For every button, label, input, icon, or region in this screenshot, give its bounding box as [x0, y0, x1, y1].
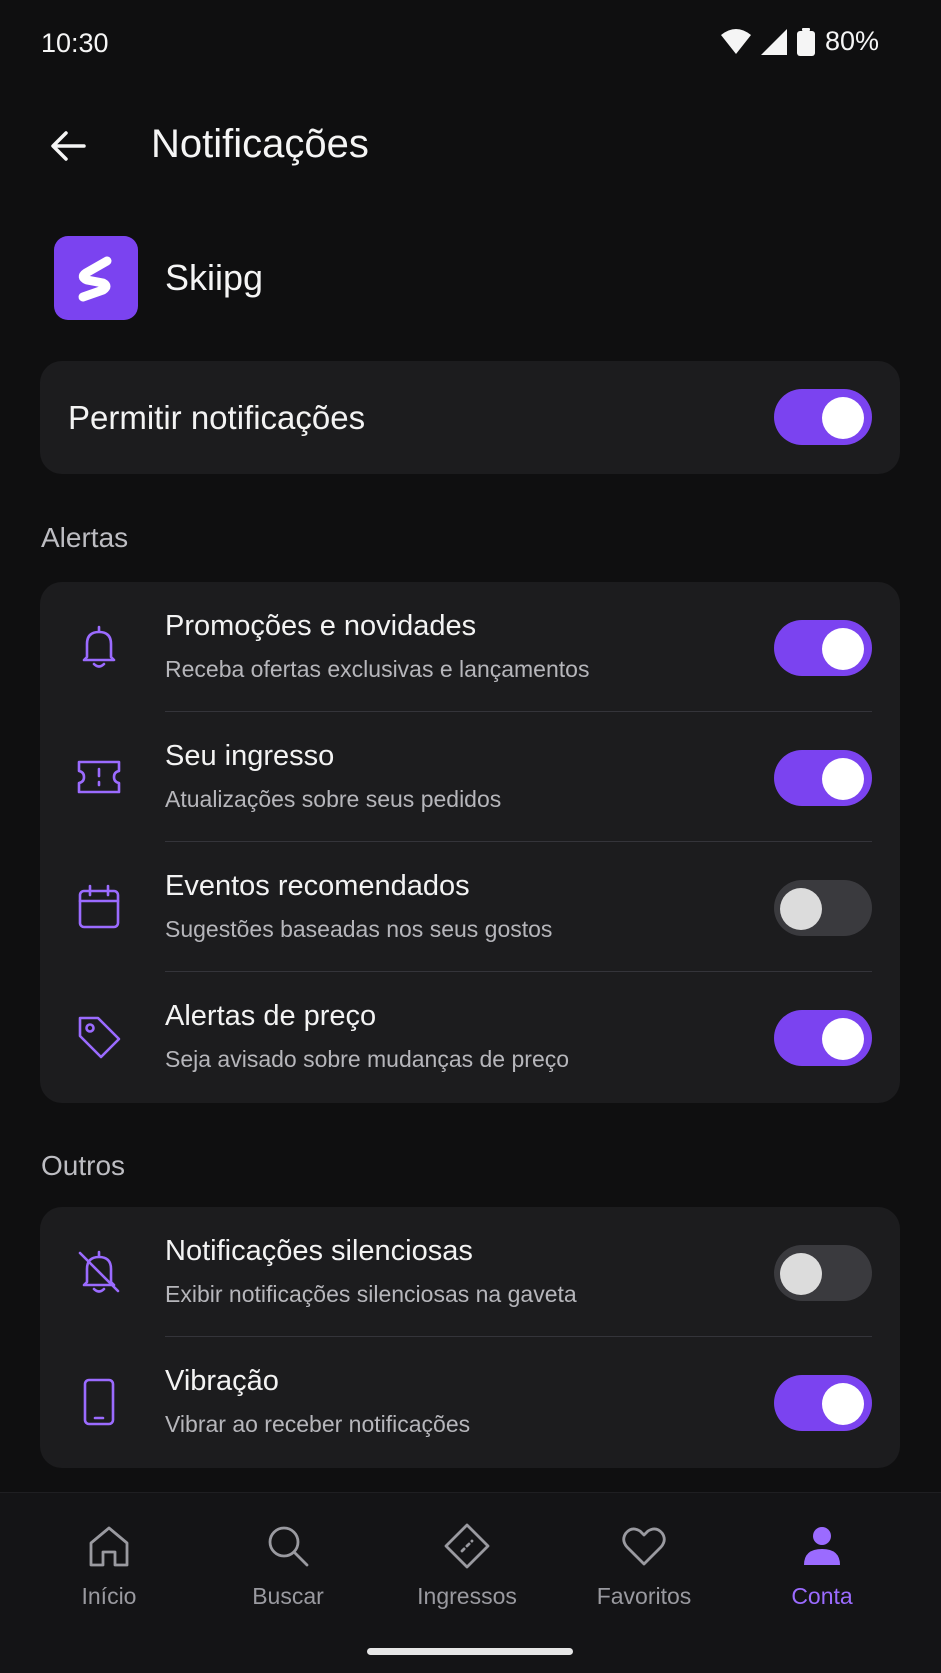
promotions-toggle[interactable] [774, 620, 872, 676]
allow-notifications-card: Permitir notificações [40, 361, 900, 474]
list-item-price-alerts[interactable]: Alertas de preço Seja avisado sobre muda… [40, 972, 900, 1102]
section-label-alerts: Alertas [41, 522, 129, 553]
wifi-icon [720, 28, 751, 54]
allow-notifications-label: Permitir notificações [68, 399, 366, 436]
row-subtitle: Sugestões baseadas nos seus gostos [165, 916, 553, 942]
row-title: Alertas de preço [165, 1000, 377, 1032]
allow-notifications-toggle[interactable] [774, 389, 872, 445]
app-bar: Notificações [0, 100, 941, 196]
status-icons: 80% [720, 26, 879, 57]
search-icon [268, 1526, 309, 1567]
person-icon [804, 1527, 840, 1565]
silent-notifications-toggle[interactable] [774, 1245, 872, 1301]
nav-label: Início [81, 1583, 137, 1609]
nav-item-tickets[interactable]: Ingressos [378, 1521, 556, 1631]
row-title: Vibração [165, 1365, 279, 1397]
nav-label: Favoritos [596, 1583, 692, 1609]
heart-icon [622, 1527, 666, 1566]
nav-item-account[interactable]: Conta [733, 1521, 911, 1631]
row-title: Eventos recomendados [165, 870, 470, 902]
row-subtitle: Atualizações sobre seus pedidos [165, 786, 502, 812]
nav-label: Ingressos [417, 1583, 517, 1609]
toggle-knob [822, 1018, 864, 1060]
list-item-ticket[interactable]: Seu ingresso Atualizações sobre seus ped… [40, 712, 900, 842]
battery-percentage: 80% [824, 26, 879, 56]
toggle-knob [822, 1383, 864, 1425]
app-name: Skiipg [165, 257, 264, 298]
ticket-icon [444, 1523, 490, 1569]
battery-icon [796, 27, 815, 56]
nav-label: Conta [791, 1583, 853, 1609]
list-item-silent-notifications[interactable]: Notificações silenciosas Exibir notifica… [40, 1207, 900, 1337]
bottom-navigation: Início Buscar Ingressos Favoritos Conta [0, 1492, 941, 1673]
others-card: Notificações silenciosas Exibir notifica… [40, 1207, 900, 1468]
app-header: Skiipg [54, 236, 263, 320]
list-item-promotions[interactable]: Promoções e novidades Receba ofertas exc… [40, 582, 900, 712]
tag-icon [78, 1016, 121, 1059]
status-bar: 10:30 80% [0, 0, 941, 90]
toggle-knob [822, 758, 864, 800]
arrow-left-icon [51, 131, 86, 161]
section-label-others: Outros [41, 1150, 126, 1181]
toggle-knob [822, 397, 864, 439]
nav-item-home[interactable]: Início [20, 1521, 198, 1631]
list-item-vibration[interactable]: Vibração Vibrar ao receber notificações [40, 1337, 900, 1467]
row-title: Promoções e novidades [165, 610, 477, 642]
home-indicator[interactable] [367, 1648, 573, 1655]
bell-icon [82, 625, 116, 668]
row-subtitle: Exibir notificações silenciosas na gavet… [165, 1281, 577, 1307]
toggle-knob [780, 1253, 822, 1295]
vibration-toggle[interactable] [774, 1375, 872, 1431]
calendar-icon [78, 884, 120, 929]
toggle-knob [822, 628, 864, 670]
row-title: Notificações silenciosas [165, 1235, 473, 1267]
status-time: 10:30 [41, 28, 109, 58]
alerts-card: Promoções e novidades Receba ofertas exc… [40, 582, 900, 1103]
phone-icon [83, 1378, 115, 1426]
price-alerts-toggle[interactable] [774, 1010, 872, 1066]
list-item-recommended-events[interactable]: Eventos recomendados Sugestões baseadas … [40, 842, 900, 972]
skiipg-logo-icon [78, 256, 112, 302]
home-icon [89, 1526, 129, 1567]
nav-item-favorites[interactable]: Favoritos [555, 1521, 733, 1631]
nav-label: Buscar [252, 1583, 324, 1609]
bell-off-icon [78, 1250, 120, 1293]
toggle-knob [780, 888, 822, 930]
ticket-toggle[interactable] [774, 750, 872, 806]
signal-icon [760, 28, 787, 55]
nav-item-search[interactable]: Buscar [199, 1521, 377, 1631]
row-title: Seu ingresso [165, 740, 335, 772]
recommended-events-toggle[interactable] [774, 880, 872, 936]
row-subtitle: Vibrar ao receber notificações [165, 1411, 471, 1437]
app-logo [54, 236, 138, 320]
row-subtitle: Seja avisado sobre mudanças de preço [165, 1046, 570, 1072]
row-subtitle: Receba ofertas exclusivas e lançamentos [165, 656, 590, 682]
page-title: Notificações [151, 122, 369, 166]
back-button[interactable] [40, 118, 96, 174]
ticket-icon [77, 760, 121, 794]
